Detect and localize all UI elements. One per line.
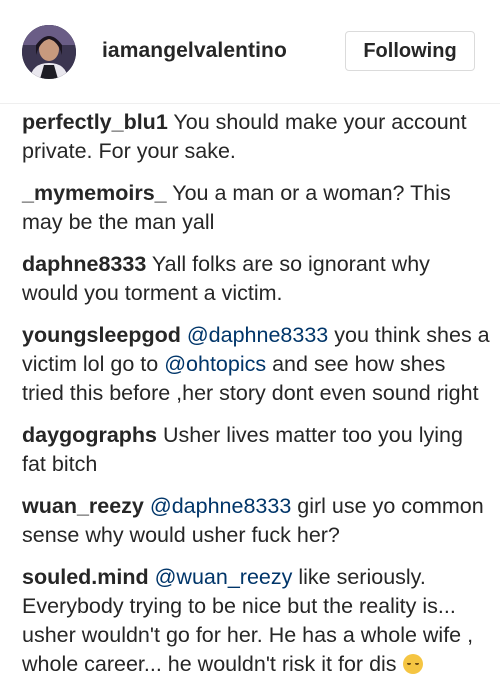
comment-author[interactable]: wuan_reezy bbox=[22, 494, 144, 518]
comment-author[interactable]: daphne8333 bbox=[22, 252, 146, 276]
comments-list: perfectly_blu1 You should make your acco… bbox=[22, 108, 490, 692]
comment-mention[interactable]: @ohtopics bbox=[164, 352, 266, 376]
comment-mention[interactable]: @wuan_reezy bbox=[155, 565, 293, 589]
comment-item: souled.mind @wuan_reezy like seriously. … bbox=[22, 563, 490, 679]
comment-item: daygographs Usher lives matter too you l… bbox=[22, 421, 490, 479]
comment-mention[interactable]: @daphne8333 bbox=[187, 323, 328, 347]
comment-author[interactable]: daygographs bbox=[22, 423, 157, 447]
comment-mention[interactable]: @daphne8333 bbox=[150, 494, 291, 518]
avatar[interactable] bbox=[22, 25, 76, 79]
following-button[interactable]: Following bbox=[345, 31, 475, 71]
comment-author[interactable]: perfectly_blu1 bbox=[22, 110, 168, 134]
upside-down-face-emoji-icon bbox=[402, 654, 423, 674]
profile-photo-icon bbox=[22, 25, 76, 79]
post-header: iamangelvalentino Following bbox=[0, 0, 500, 104]
comment-author[interactable]: _mymemoirs_ bbox=[22, 181, 167, 205]
comment-item: youngsleepgod @daphne8333 you think shes… bbox=[22, 321, 490, 408]
comment-item: _mymemoirs_ You a man or a woman? This m… bbox=[22, 179, 490, 237]
post-username[interactable]: iamangelvalentino bbox=[102, 39, 287, 63]
comment-author[interactable]: youngsleepgod bbox=[22, 323, 181, 347]
comment-item: wuan_reezy @daphne8333 girl use yo commo… bbox=[22, 492, 490, 550]
comment-item: perfectly_blu1 You should make your acco… bbox=[22, 108, 490, 166]
comment-item: daphne8333 Yall folks are so ignorant wh… bbox=[22, 250, 490, 308]
comment-author[interactable]: souled.mind bbox=[22, 565, 149, 589]
